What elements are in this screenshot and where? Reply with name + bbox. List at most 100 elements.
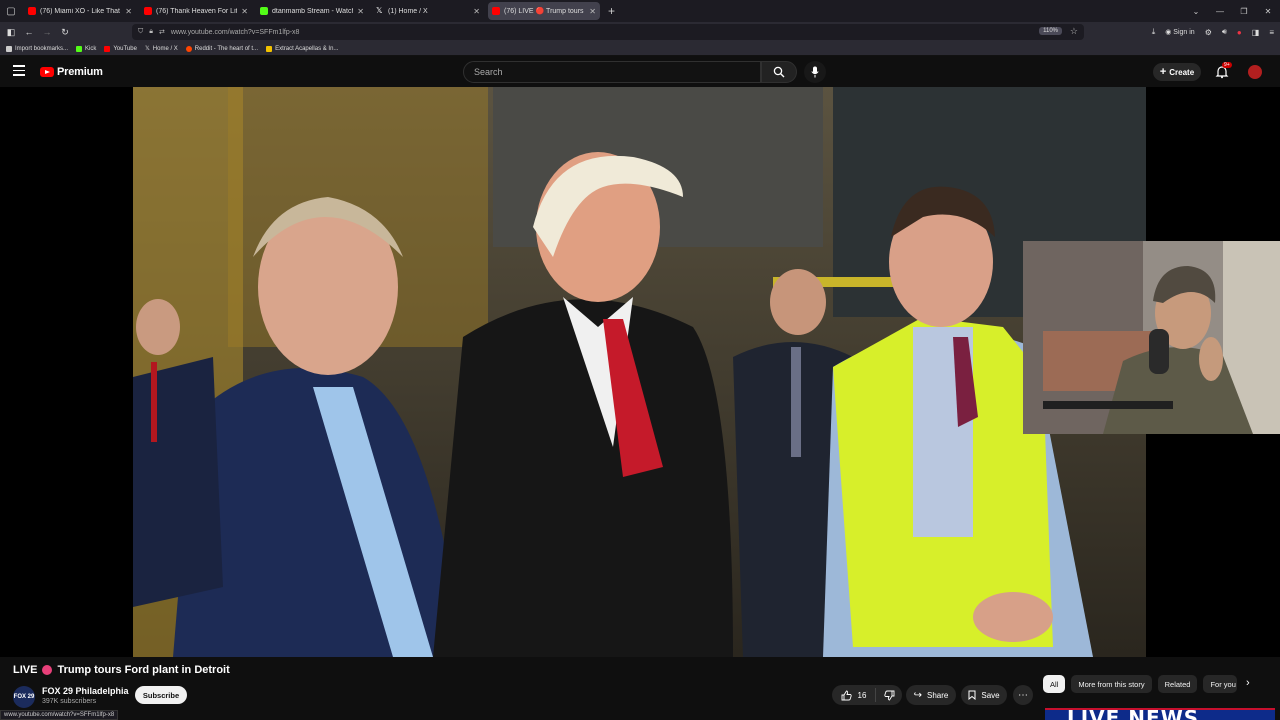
browser-tab-bar: ▢ (76) Miami XO - Like That (Offi ✕ (76)… (0, 0, 1280, 22)
live-news-banner-text: LIVE NEWS (1067, 708, 1200, 720)
thumbs-down-icon (883, 690, 894, 700)
download-icon[interactable]: ⤓ (1152, 27, 1156, 37)
tab-label: dtanmamb Stream - Watch Live (272, 7, 353, 15)
shield-icon[interactable]: ⛉ (138, 28, 143, 36)
x-icon: 𝕏 (144, 46, 150, 52)
extension-icon[interactable]: ◨ (1252, 28, 1260, 37)
lock-icon[interactable]: 🔒︎ (149, 28, 153, 36)
save-label: Save (981, 690, 1000, 700)
restore-icon[interactable]: ❐ (1232, 7, 1256, 16)
bookmark-label: Reddit - The heart of t... (194, 45, 259, 52)
bookmark-item[interactable]: YouTube (104, 45, 137, 52)
share-button[interactable]: ↪ Share (906, 685, 956, 705)
youtube-favicon-icon (492, 7, 500, 15)
youtube-favicon-icon (28, 7, 36, 15)
like-button[interactable]: 16 (832, 688, 876, 702)
back-icon[interactable]: ← (20, 27, 38, 37)
extensions-icon[interactable]: ⚙ (1205, 28, 1212, 37)
live-label: LIVE (13, 664, 38, 676)
chip-related[interactable]: Related (1157, 675, 1198, 693)
sidebar-icon[interactable]: ◧ (2, 27, 20, 38)
browser-tab[interactable]: (76) Miami XO - Like That (Offi ✕ (24, 2, 136, 20)
chevron-right-icon[interactable]: › (1246, 677, 1250, 689)
share-icon: ↪ (913, 689, 923, 701)
menu-icon[interactable]: ≡ (1269, 28, 1274, 37)
tab-label: (76) Thank Heaven For Little Gi (156, 7, 238, 15)
browser-nav-bar: ◧ ← → ↻ ⛉ 🔒︎ ⇄ www.youtube.com/watch?v=S… (0, 22, 1280, 42)
more-actions-icon[interactable]: ⋯ (1013, 685, 1033, 705)
search-icon (773, 66, 785, 78)
save-button[interactable]: Save (961, 685, 1007, 705)
notifications-badge: 9+ (1222, 62, 1232, 68)
webcam-scene-image (1023, 241, 1280, 434)
video-frame[interactable] (133, 87, 1146, 657)
chip-all[interactable]: All (1043, 675, 1066, 693)
video-title-text: Trump tours Ford plant in Detroit (57, 664, 230, 676)
account-avatar[interactable] (1248, 65, 1262, 79)
related-chips: All More from this story Related For you (1043, 675, 1238, 693)
youtube-icon (104, 45, 111, 52)
zoom-level[interactable]: 110% (1039, 27, 1062, 35)
reload-icon[interactable]: ↻ (56, 27, 74, 38)
sidebar-toggle-icon[interactable]: ▢ (0, 0, 22, 22)
bookmark-item[interactable]: Extract Acapellas & In... (266, 45, 338, 52)
channel-name[interactable]: FOX 29 Philadelphia (42, 686, 129, 696)
kick-icon (76, 45, 83, 52)
youtube-header: Premium Search + Create 9+ (0, 57, 1280, 87)
signin-label: Sign in (1173, 29, 1195, 36)
plus-icon: + (1159, 66, 1167, 78)
close-tab-icon[interactable]: ✕ (357, 7, 364, 16)
browser-tab-active[interactable]: (76) LIVE 🔴 Trump tours F ✕ (488, 2, 600, 20)
close-tab-icon[interactable]: ✕ (241, 7, 248, 16)
url-bar[interactable]: ⛉ 🔒︎ ⇄ www.youtube.com/watch?v=SFFm1lfp-… (132, 24, 1084, 40)
tab-label: (1) Home / X (388, 7, 428, 15)
bookmark-item[interactable]: Import bookmarks... (6, 45, 68, 52)
streamer-webcam-overlay (1023, 241, 1280, 434)
kick-favicon-icon (260, 7, 268, 15)
tab-label: (76) LIVE 🔴 Trump tours F (504, 8, 586, 15)
chip-for-you[interactable]: For you (1203, 675, 1238, 693)
video-scene-image (133, 87, 1146, 657)
new-tab-icon[interactable]: + (608, 4, 615, 18)
audio-icon[interactable]: 🔊︎ (1222, 27, 1227, 37)
channel-avatar[interactable]: FOX 29 (13, 686, 35, 708)
microphone-icon (811, 66, 819, 78)
bookmark-star-icon[interactable]: ☆ (1070, 26, 1078, 37)
tab-list-icon[interactable]: ⌄ (1184, 7, 1208, 16)
search-placeholder: Search (474, 67, 503, 77)
browser-tab[interactable]: 𝕏 (1) Home / X ✕ (372, 2, 484, 20)
url-text[interactable]: www.youtube.com/watch?v=SFFm1lfp-x8 (171, 29, 300, 36)
create-button[interactable]: + Create (1153, 63, 1201, 81)
video-player[interactable] (0, 87, 1280, 657)
browser-tab[interactable]: dtanmamb Stream - Watch Live ✕ (256, 2, 368, 20)
permissions-icon[interactable]: ⇄ (159, 28, 165, 36)
chip-more-from-this-story[interactable]: More from this story (1071, 675, 1152, 693)
youtube-logo[interactable]: Premium (40, 66, 103, 78)
window-controls: ⌄ — ❐ ✕ (1184, 0, 1280, 22)
live-news-thumbnail[interactable]: LIVE NEWS (1045, 708, 1275, 720)
minimize-icon[interactable]: — (1208, 7, 1232, 16)
dislike-button[interactable] (876, 690, 902, 701)
bookmark-label: Kick (85, 45, 97, 52)
search-button[interactable] (761, 61, 797, 83)
youtube-play-icon (40, 67, 54, 77)
like-count: 16 (857, 690, 867, 700)
subscribe-button[interactable]: Subscribe (135, 686, 187, 704)
extension-red-icon[interactable]: ● (1237, 28, 1242, 37)
bookmark-item[interactable]: 𝕏 Home / X (144, 45, 178, 53)
forward-icon[interactable]: → (38, 27, 56, 37)
x-favicon-icon: 𝕏 (376, 6, 383, 15)
close-tab-icon[interactable]: ✕ (125, 7, 132, 16)
browser-tab[interactable]: (76) Thank Heaven For Little Gi ✕ (140, 2, 252, 20)
close-tab-icon[interactable]: ✕ (473, 7, 480, 16)
bookmark-item[interactable]: Reddit - The heart of t... (185, 45, 259, 52)
close-window-icon[interactable]: ✕ (1256, 7, 1280, 16)
search-input[interactable]: Search (463, 61, 761, 83)
close-tab-icon[interactable]: ✕ (589, 7, 596, 16)
like-dislike-group: 16 (832, 685, 902, 705)
bookmark-item[interactable]: Kick (76, 45, 97, 52)
bookmark-import-icon (6, 45, 12, 52)
account-signin[interactable]: ◉ Sign in (1165, 28, 1194, 36)
voice-search-button[interactable] (804, 61, 826, 83)
menu-icon[interactable] (13, 65, 25, 77)
